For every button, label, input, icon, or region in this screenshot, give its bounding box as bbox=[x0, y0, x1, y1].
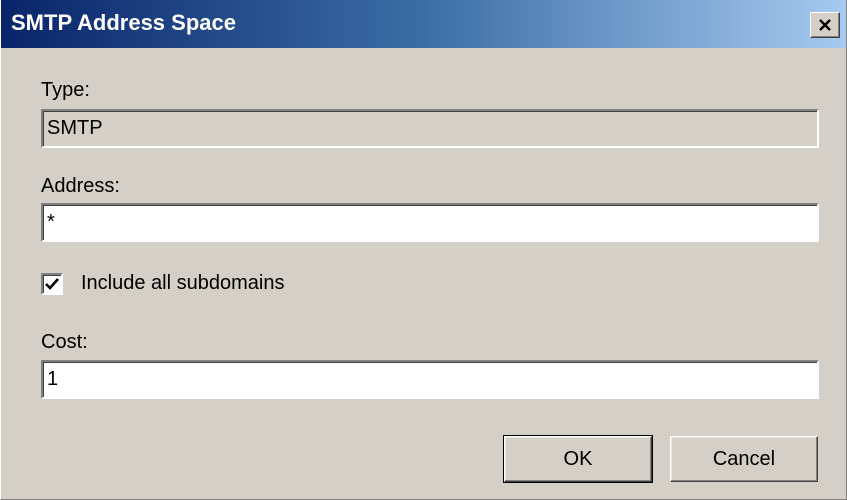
ok-button[interactable]: OK bbox=[503, 435, 653, 483]
include-subdomains-label[interactable]: Include all subdomains bbox=[81, 272, 284, 295]
address-label: Address: bbox=[41, 175, 120, 197]
smtp-address-space-dialog: SMTP Address Space Type: SMTP Address: *… bbox=[0, 0, 847, 500]
close-icon bbox=[818, 19, 832, 31]
close-button[interactable] bbox=[810, 12, 840, 38]
cost-input[interactable]: 1 bbox=[41, 360, 819, 399]
include-subdomains-checkbox[interactable] bbox=[41, 273, 63, 295]
cancel-button[interactable]: Cancel bbox=[670, 436, 818, 482]
cost-label: Cost: bbox=[41, 331, 88, 353]
type-field: SMTP bbox=[41, 109, 819, 148]
checkmark-icon bbox=[44, 276, 60, 292]
type-label: Type: bbox=[41, 79, 90, 101]
address-input[interactable]: * bbox=[41, 203, 819, 242]
title-bar[interactable]: SMTP Address Space bbox=[1, 0, 846, 48]
window-title: SMTP Address Space bbox=[11, 10, 236, 35]
